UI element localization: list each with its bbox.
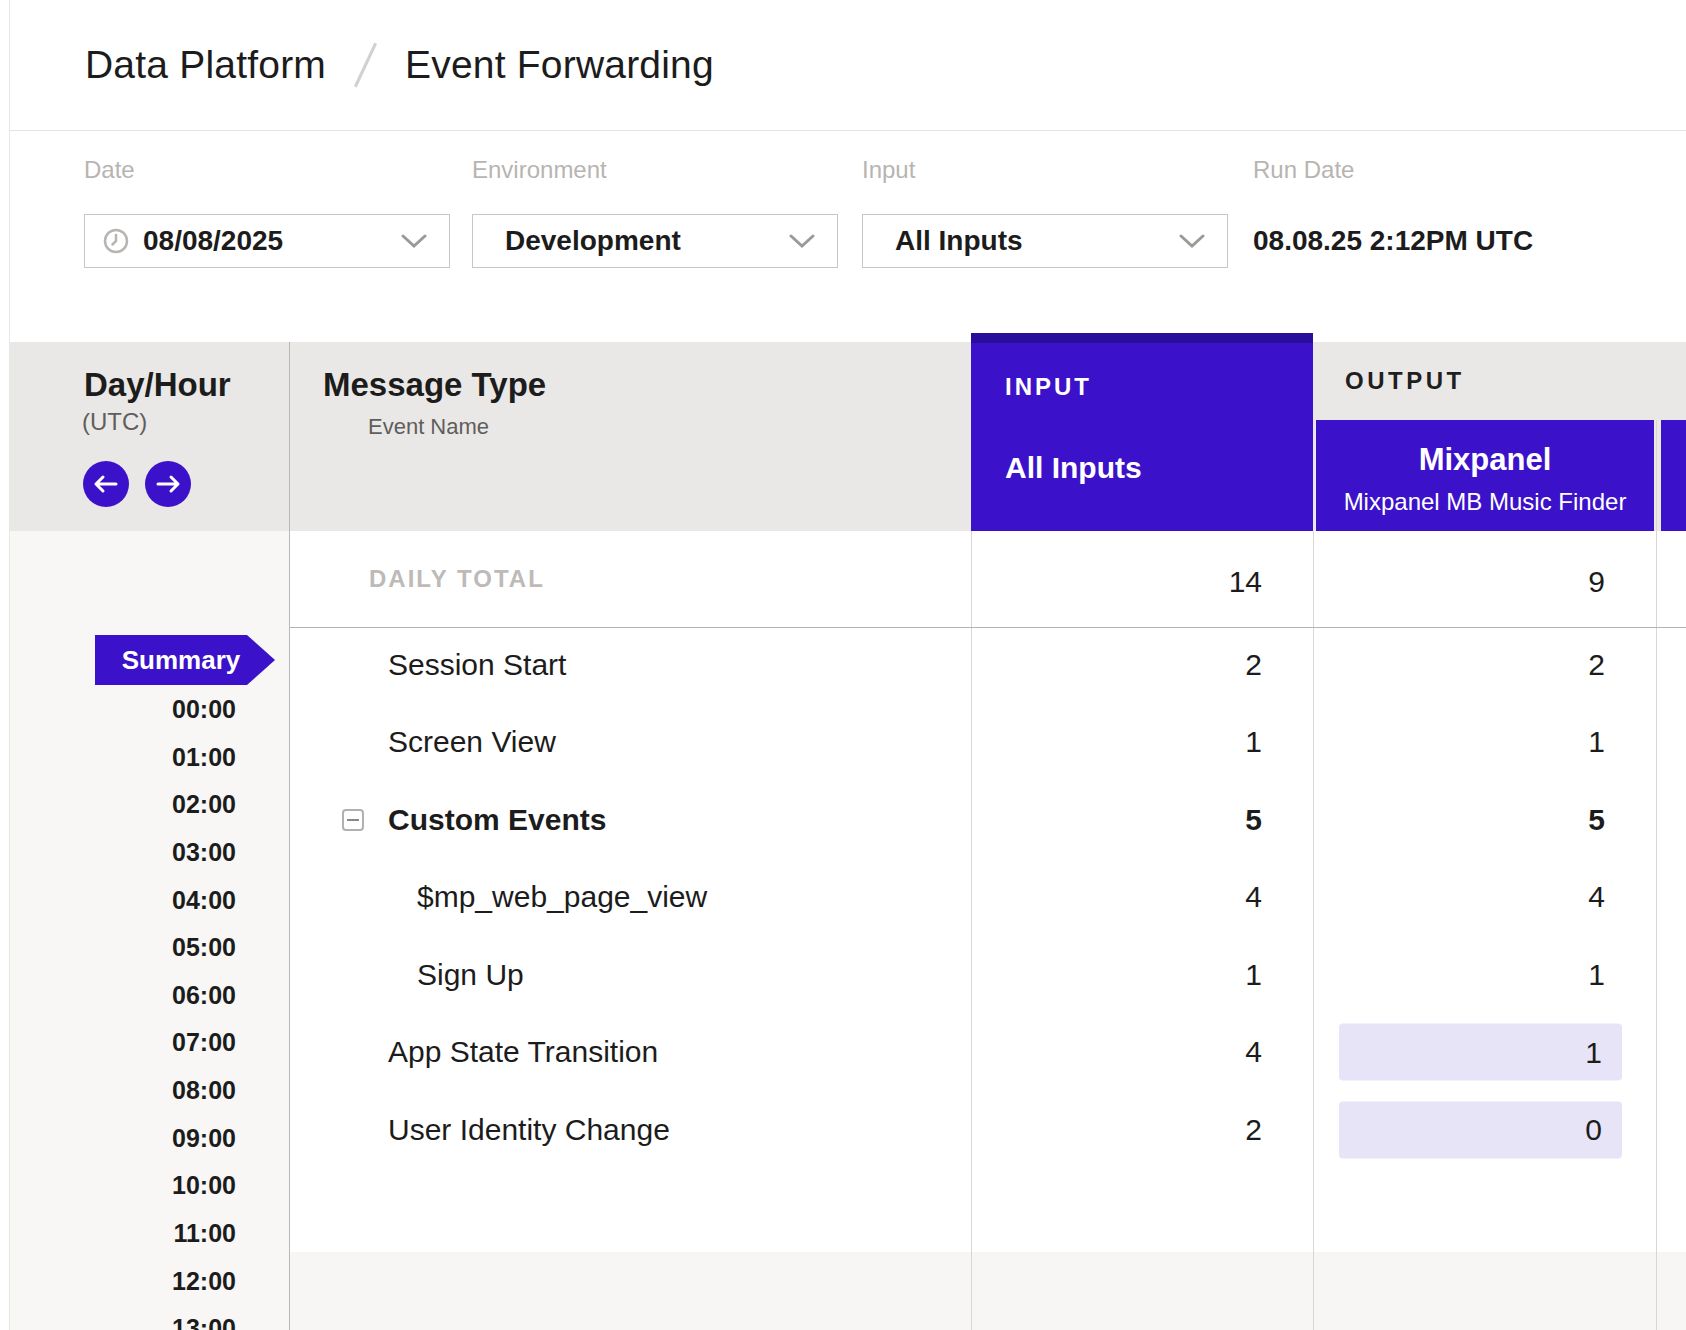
breadcrumb-section[interactable]: Data Platform [85,43,326,87]
output-subtitle: Mixpanel MB Music Finder [1316,488,1654,516]
event-forwarding-page: Data Platform Event Forwarding Date 08/0… [0,0,1686,1330]
arrow-left-icon [93,474,119,494]
input-count: 2 [971,1113,1262,1147]
table-row: $mp_web_page_view 4 4 [0,859,1686,937]
input-filter: Input All Inputs [862,156,1228,268]
hour-label[interactable]: 13:00 [100,1316,236,1330]
table-row: User Identity Change 2 0 [0,1091,1686,1169]
date-value: 08/08/2025 [143,225,283,257]
header-divider [10,130,1686,131]
input-count: 4 [971,1035,1262,1069]
environment-value: Development [505,225,681,257]
daily-total-input-value: 14 [971,565,1262,599]
date-filter: Date 08/08/2025 [84,156,450,268]
hour-label[interactable]: 08:00 [100,1078,236,1102]
input-value: All Inputs [895,225,1023,257]
hour-label[interactable]: 07:00 [100,1030,236,1054]
previous-day-button[interactable] [83,461,129,507]
page-title: Event Forwarding [405,43,714,87]
output-column-header[interactable]: Mixpanel Mixpanel MB Music Finder [1316,420,1654,531]
input-column-header[interactable]: INPUT All Inputs [971,333,1313,531]
run-date-label: Run Date [1253,156,1533,182]
input-count: 2 [971,648,1262,682]
hour-label[interactable]: 09:00 [100,1126,236,1150]
breadcrumb-separator [354,43,377,88]
environment-filter-label: Environment [472,156,838,182]
chevron-down-icon [401,234,427,249]
environment-filter: Environment Development [472,156,838,268]
output-column-label: OUTPUT [1345,367,1465,395]
event-rows: Session Start 2 2 Screen View 1 1 Custom… [0,626,1686,1169]
output-count: 1 [1313,958,1605,992]
run-date-value: 08.08.25 2:12PM UTC [1253,214,1533,268]
breadcrumb: Data Platform Event Forwarding [85,0,714,130]
input-column-label: INPUT [1005,373,1313,401]
table-row: Sign Up 1 1 [0,936,1686,1014]
output-name: Mixpanel [1316,442,1654,478]
chevron-down-icon [1179,234,1205,249]
event-name: Session Start [388,648,566,682]
hour-label[interactable]: 06:00 [100,983,236,1007]
date-filter-label: Date [84,156,450,182]
event-name: User Identity Change [388,1113,670,1147]
day-hour-title: Day/Hour [84,366,231,404]
environment-dropdown[interactable]: Development [472,214,838,268]
next-output-column-edge [1661,420,1686,531]
daily-total-label: DAILY TOTAL [369,565,545,593]
event-name: Sign Up [417,958,524,992]
arrow-right-icon [155,474,181,494]
event-name: $mp_web_page_view [417,880,707,914]
summary-row-badge[interactable]: Summary [95,635,275,685]
output-count: 1 [1313,725,1605,759]
input-count: 1 [971,725,1262,759]
chevron-down-icon [789,234,815,249]
grid-footer-band [290,1252,1686,1330]
input-dropdown[interactable]: All Inputs [862,214,1228,268]
output-count-highlighted: 0 [1339,1101,1622,1158]
message-type-title: Message Type [323,366,546,404]
table-row: Custom Events 5 5 [0,781,1686,859]
hour-label[interactable]: 01:00 [100,745,236,769]
event-name: Custom Events [388,803,606,837]
hour-label[interactable]: 00:00 [100,697,236,721]
minus-square-icon[interactable] [342,809,364,831]
daily-total-output-value: 9 [1313,565,1605,599]
hour-label[interactable]: 04:00 [100,888,236,912]
output-count: 5 [1313,803,1605,837]
day-hour-subtitle: (UTC) [82,408,147,436]
hour-label[interactable]: 02:00 [100,792,236,816]
hour-label[interactable]: 12:00 [100,1269,236,1293]
date-dropdown[interactable]: 08/08/2025 [84,214,450,268]
message-type-subtitle: Event Name [368,414,489,440]
event-name: App State Transition [388,1035,658,1069]
next-day-button[interactable] [145,461,191,507]
table-row: App State Transition 4 1 [0,1014,1686,1092]
input-filter-label: Input [862,156,1228,182]
event-name: Screen View [388,725,556,759]
output-count-highlighted: 1 [1339,1024,1622,1081]
clock-icon [103,228,129,254]
hour-label[interactable]: 03:00 [100,840,236,864]
input-count: 1 [971,958,1262,992]
hour-label[interactable]: 10:00 [100,1173,236,1197]
input-count: 4 [971,880,1262,914]
input-column-selected: All Inputs [1005,451,1313,485]
input-count: 5 [971,803,1262,837]
hour-label[interactable]: 05:00 [100,935,236,959]
output-count: 4 [1313,880,1605,914]
hour-label[interactable]: 11:00 [100,1221,236,1245]
output-count: 2 [1313,648,1605,682]
run-date: Run Date 08.08.25 2:12PM UTC [1253,156,1533,268]
table-row: Screen View 1 1 [0,704,1686,782]
